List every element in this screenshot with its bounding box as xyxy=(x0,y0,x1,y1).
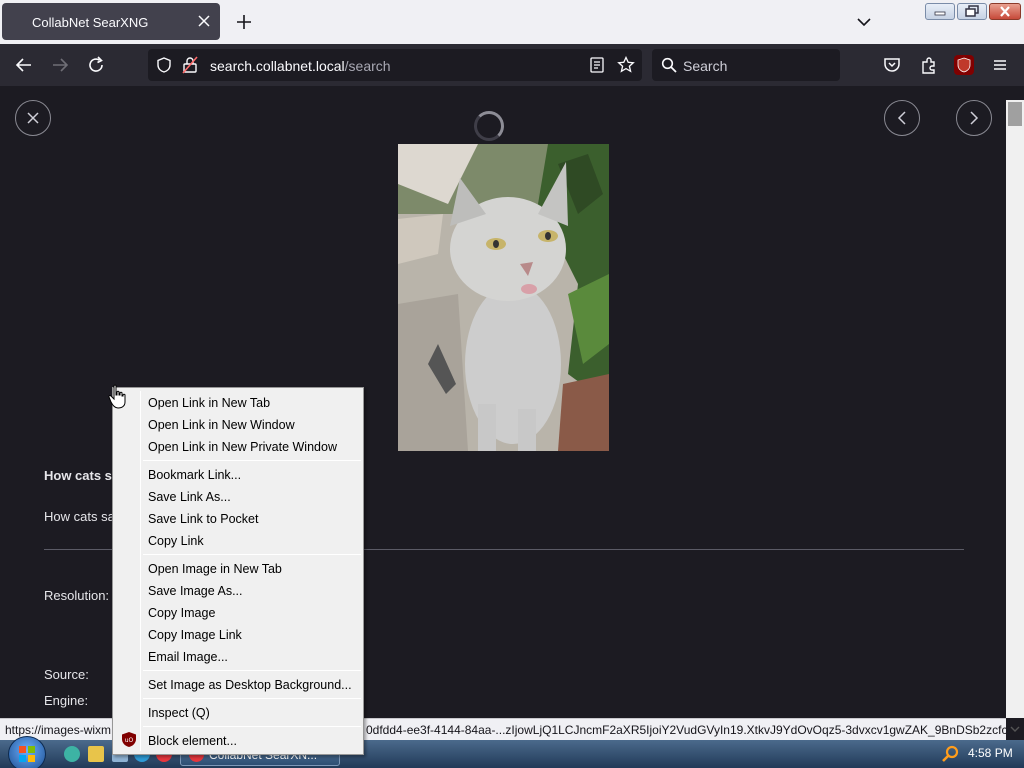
extensions-puzzle-icon[interactable] xyxy=(919,55,939,75)
restore-icon xyxy=(965,5,979,17)
navigation-toolbar: search.collabnet.local/search Search xyxy=(0,44,1024,86)
menu-item-bookmark-link[interactable]: Bookmark Link... xyxy=(148,468,241,482)
url-bar[interactable]: search.collabnet.local/search xyxy=(148,49,642,81)
menu-separator xyxy=(143,726,361,727)
back-arrow-icon[interactable] xyxy=(14,55,34,75)
menu-item-save-link-as[interactable]: Save Link As... xyxy=(148,490,231,504)
loading-spinner-icon xyxy=(474,111,504,141)
hand-pointer-cursor-icon xyxy=(108,384,126,409)
menu-item-email-image[interactable]: Email Image... xyxy=(148,650,228,664)
menu-item-open-link-private-window[interactable]: Open Link in New Private Window xyxy=(148,440,337,454)
source-label: Source: xyxy=(44,667,89,682)
reader-view-icon[interactable] xyxy=(589,57,605,73)
search-placeholder: Search xyxy=(683,58,728,74)
close-icon[interactable] xyxy=(196,13,212,29)
minimize-button[interactable] xyxy=(925,3,955,20)
status-url-start: https://images-wixm xyxy=(5,723,112,737)
menu-icon-gutter xyxy=(140,391,141,751)
system-clock[interactable]: 4:58 PM xyxy=(968,746,1013,760)
context-menu: Open Link in New Tab Open Link in New Wi… xyxy=(112,387,364,755)
chevron-left-icon xyxy=(897,111,906,125)
ublock-shield-icon xyxy=(957,57,971,73)
menu-item-save-link-to-pocket[interactable]: Save Link to Pocket xyxy=(148,512,258,526)
shield-icon[interactable] xyxy=(155,56,173,74)
chevron-right-icon xyxy=(970,111,979,125)
tab-collabnet-searxng[interactable]: CollabNet SearXNG xyxy=(2,3,220,40)
menu-item-save-image-as[interactable]: Save Image As... xyxy=(148,584,243,598)
close-detail-button[interactable] xyxy=(15,100,51,136)
ublock-shield-icon: uO xyxy=(122,732,136,747)
result-title[interactable]: How cats s xyxy=(44,468,112,483)
restore-button[interactable] xyxy=(957,3,987,20)
cat-image[interactable] xyxy=(398,144,609,451)
search-bar[interactable]: Search xyxy=(652,49,840,81)
scrollbar-thumb[interactable] xyxy=(1008,102,1022,126)
lock-insecure-icon[interactable] xyxy=(182,56,198,74)
reload-icon[interactable] xyxy=(86,55,106,75)
cat-photo xyxy=(398,144,609,451)
menu-item-block-element[interactable]: Block element... xyxy=(148,734,237,748)
url-host: search.collabnet.local xyxy=(210,58,345,74)
folder-icon[interactable] xyxy=(88,746,104,762)
status-url-end: 0dfdd4-ee3f-4144-84aa-...zIjowLjQ1LCJncm… xyxy=(366,723,1006,737)
bookmark-star-icon[interactable] xyxy=(617,56,635,74)
chevron-down-icon[interactable] xyxy=(854,12,874,32)
pocket-icon[interactable] xyxy=(882,55,902,75)
url-path: /search xyxy=(344,58,391,74)
magnifier-tray-icon[interactable] xyxy=(942,745,960,763)
close-icon xyxy=(1000,6,1010,17)
menu-separator xyxy=(143,460,361,461)
chevron-down-icon[interactable] xyxy=(1008,722,1022,736)
minimize-icon xyxy=(934,11,946,16)
next-image-button[interactable] xyxy=(956,100,992,136)
engine-label: Engine: xyxy=(44,693,89,708)
result-description: How cats sa xyxy=(44,509,115,524)
windows-logo-icon xyxy=(19,746,35,762)
window-close-button[interactable] xyxy=(989,3,1021,20)
menu-item-open-link-new-window[interactable]: Open Link in New Window xyxy=(148,418,295,432)
svg-text:uO: uO xyxy=(125,737,134,744)
menu-separator xyxy=(143,670,361,671)
menu-separator xyxy=(143,698,361,699)
menu-item-copy-image[interactable]: Copy Image xyxy=(148,606,215,620)
previous-image-button[interactable] xyxy=(884,100,920,136)
ublock-origin-icon[interactable] xyxy=(954,55,974,75)
menu-item-open-image-new-tab[interactable]: Open Image in New Tab xyxy=(148,562,282,576)
url-text: search.collabnet.local/search xyxy=(210,58,391,74)
resolution-label: Resolution: xyxy=(44,588,110,603)
vertical-scrollbar[interactable] xyxy=(1006,100,1024,718)
tab-title: CollabNet SearXNG xyxy=(32,15,149,30)
hamburger-menu-icon[interactable] xyxy=(990,55,1010,75)
menu-item-open-link-new-tab[interactable]: Open Link in New Tab xyxy=(148,396,270,410)
menu-separator xyxy=(143,554,361,555)
menu-item-copy-link[interactable]: Copy Link xyxy=(148,534,204,548)
quicklaunch-app-icon[interactable] xyxy=(64,746,80,762)
close-icon xyxy=(27,112,39,124)
tab-strip: CollabNet SearXNG xyxy=(0,0,1024,44)
search-icon xyxy=(661,57,677,73)
start-button[interactable] xyxy=(8,736,46,768)
menu-item-copy-image-link[interactable]: Copy Image Link xyxy=(148,628,242,642)
plus-icon[interactable] xyxy=(234,12,254,32)
menu-item-set-desktop-background[interactable]: Set Image as Desktop Background... xyxy=(148,678,352,692)
forward-arrow-icon[interactable] xyxy=(50,55,70,75)
menu-item-inspect[interactable]: Inspect (Q) xyxy=(148,706,210,720)
